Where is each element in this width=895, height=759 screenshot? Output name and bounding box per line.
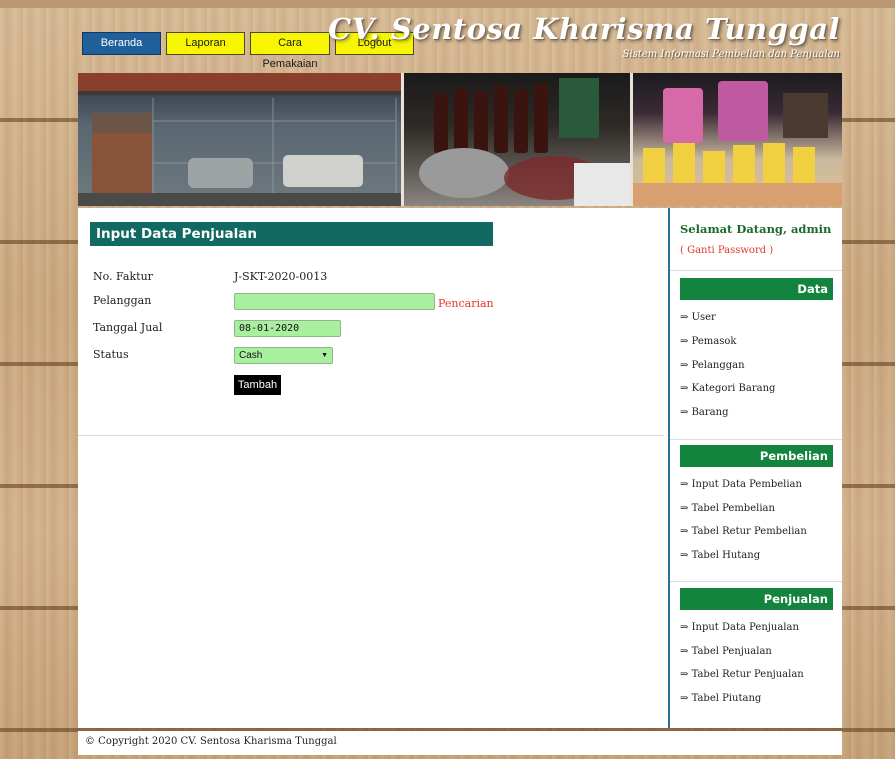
section-divider	[670, 270, 842, 271]
brand-subtitle: Sistem Informasi Pembelian dan Penjualan	[622, 49, 840, 60]
sidebar-item-barang[interactable]: ⇒ Barang	[680, 407, 728, 418]
tambah-button[interactable]: Tambah	[234, 375, 281, 395]
header-banner	[78, 73, 842, 206]
welcome-text: Selamat Datang, admin	[680, 222, 832, 236]
ganti-password-link[interactable]: ( Ganti Password )	[680, 245, 773, 256]
copyright-text: © Copyright 2020 CV. Sentosa Kharisma Tu…	[85, 736, 337, 747]
sidebar: Selamat Datang, admin ( Ganti Password )…	[668, 208, 842, 728]
form-title: Input Data Penjualan	[90, 222, 493, 246]
main-content: Input Data Penjualan No. Faktur J-SKT-20…	[78, 208, 668, 728]
tanggal-jual-input[interactable]: 08-01-2020	[234, 320, 341, 337]
section-divider	[670, 581, 842, 582]
banner-photo-bottles	[404, 73, 630, 206]
section-divider	[670, 439, 842, 440]
pelanggan-input[interactable]	[234, 293, 435, 310]
nav-laporan-button[interactable]: Laporan	[166, 32, 245, 55]
sidebar-item-tabel-retur-penjualan[interactable]: ⇒ Tabel Retur Penjualan	[680, 669, 804, 680]
banner-photo-warehouse	[78, 73, 401, 206]
sidebar-item-pelanggan[interactable]: ⇒ Pelanggan	[680, 360, 745, 371]
status-select-value: Cash	[239, 350, 263, 361]
section-header-data: Data	[680, 278, 833, 300]
top-frame	[0, 0, 895, 8]
content-panel: Input Data Penjualan No. Faktur J-SKT-20…	[78, 208, 842, 728]
brand-title: CV. Sentosa Kharisma Tunggal	[328, 12, 840, 46]
chevron-down-icon: ▼	[321, 352, 328, 359]
status-label: Status	[93, 348, 129, 361]
sidebar-item-pemasok[interactable]: ⇒ Pemasok	[680, 336, 736, 347]
banner-photo-products	[633, 73, 842, 206]
pelanggan-label: Pelanggan	[93, 294, 152, 307]
footer: © Copyright 2020 CV. Sentosa Kharisma Tu…	[78, 731, 842, 755]
sidebar-item-tabel-hutang[interactable]: ⇒ Tabel Hutang	[680, 550, 760, 561]
sidebar-item-tabel-piutang[interactable]: ⇒ Tabel Piutang	[680, 693, 761, 704]
sidebar-item-user[interactable]: ⇒ User	[680, 312, 716, 323]
pencarian-link[interactable]: Pencarian	[438, 297, 494, 310]
sidebar-item-tabel-pembelian[interactable]: ⇒ Tabel Pembelian	[680, 503, 775, 514]
sidebar-item-input-data-pembelian[interactable]: ⇒ Input Data Pembelian	[680, 479, 802, 490]
sidebar-item-kategori-barang[interactable]: ⇒ Kategori Barang	[680, 383, 775, 394]
nav-beranda-button[interactable]: Beranda	[82, 32, 161, 55]
sidebar-item-input-data-penjualan[interactable]: ⇒ Input Data Penjualan	[680, 622, 799, 633]
main-divider	[78, 435, 664, 436]
nav-cara-pemakaian-button[interactable]: Cara Pemakaian	[250, 32, 330, 70]
tanggal-jual-label: Tanggal Jual	[93, 321, 163, 334]
section-header-penjualan: Penjualan	[680, 588, 833, 610]
section-header-pembelian: Pembelian	[680, 445, 833, 467]
no-faktur-label: No. Faktur	[93, 270, 153, 283]
sidebar-item-tabel-penjualan[interactable]: ⇒ Tabel Penjualan	[680, 646, 772, 657]
sidebar-item-tabel-retur-pembelian[interactable]: ⇒ Tabel Retur Pembelian	[680, 526, 807, 537]
no-faktur-value: J-SKT-2020-0013	[234, 270, 328, 283]
status-select[interactable]: Cash ▼	[234, 347, 333, 364]
